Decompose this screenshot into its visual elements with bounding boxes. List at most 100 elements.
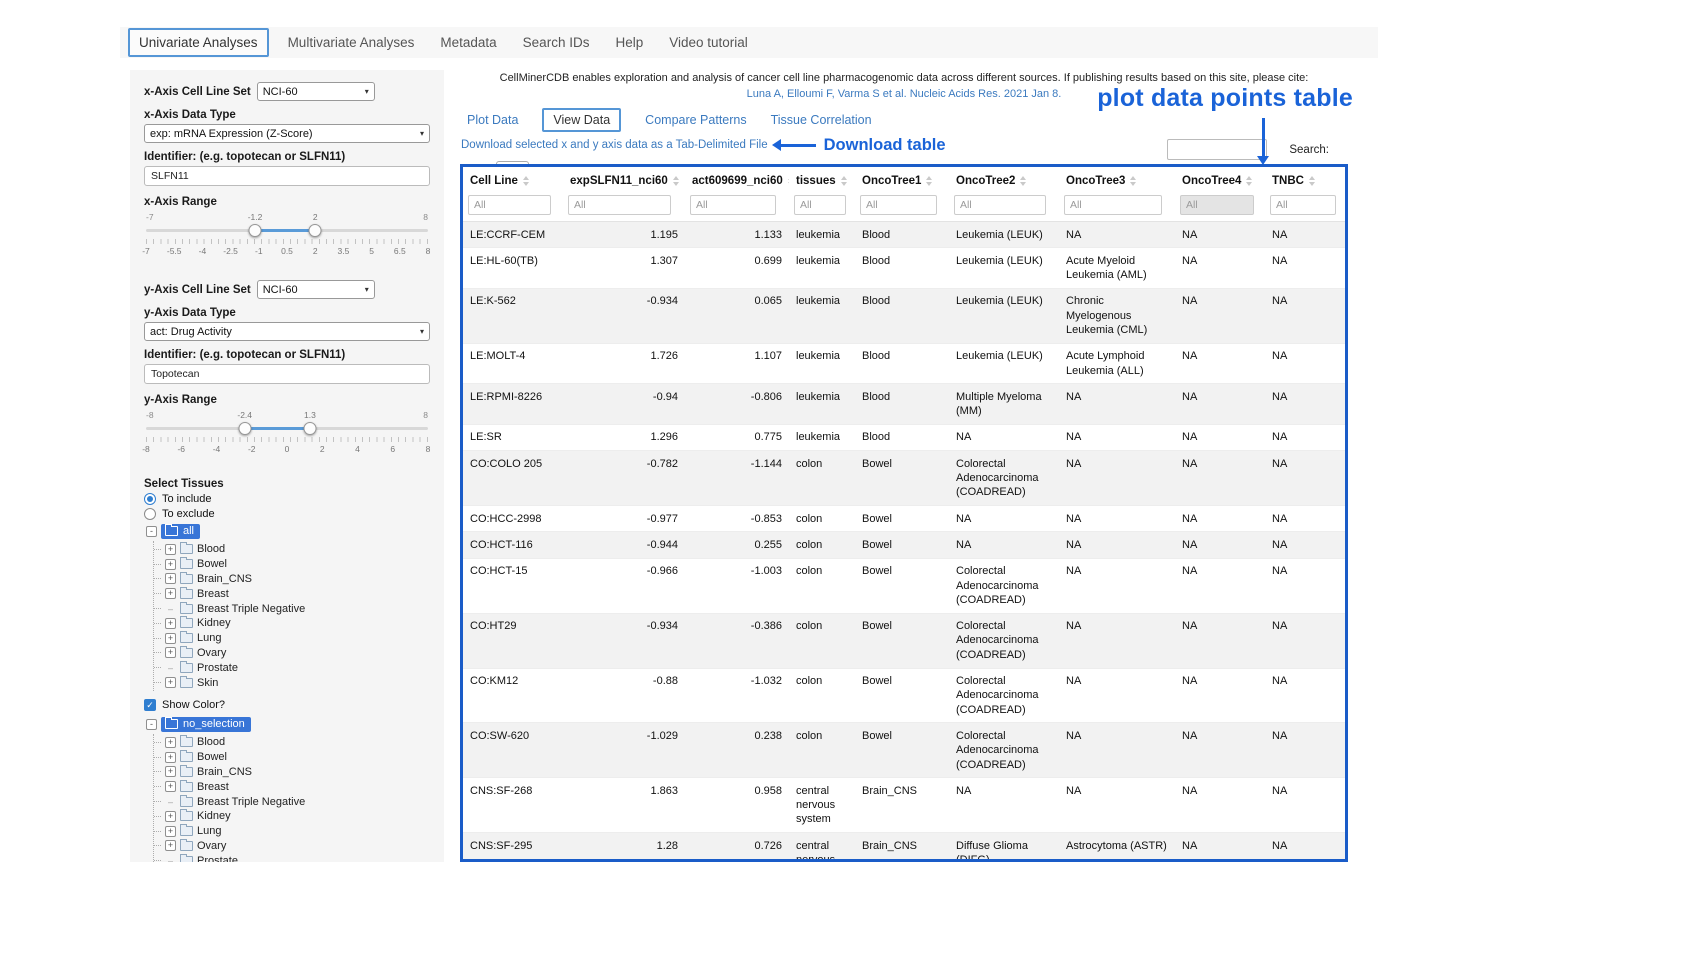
expand-icon[interactable]: + xyxy=(165,573,176,584)
nav-tab-metadata[interactable]: Metadata xyxy=(427,28,509,57)
nav-tab-univariate-analyses[interactable]: Univariate Analyses xyxy=(128,28,269,57)
expand-icon[interactable]: + xyxy=(165,677,176,688)
nav-tab-help[interactable]: Help xyxy=(602,28,656,57)
sort-icon[interactable] xyxy=(841,176,847,186)
filter-input-tnbc[interactable] xyxy=(1270,195,1336,215)
filter-input-cell-line[interactable] xyxy=(468,195,551,215)
sort-icon[interactable] xyxy=(926,176,932,186)
tree-item-prostate[interactable]: –Prostate xyxy=(154,660,430,675)
x-axis-range-slider[interactable]: -7 -1.2 2 8 -7-5.5-4-2.5-10.523.556.58 xyxy=(146,212,428,268)
column-header-act609699-nci60[interactable]: act609699_nci60 xyxy=(685,167,789,193)
filter-input-oncotree2[interactable] xyxy=(954,195,1046,215)
sort-icon[interactable] xyxy=(1309,176,1315,186)
y-identifier-input[interactable] xyxy=(144,364,430,384)
tab-compare-patterns[interactable]: Compare Patterns xyxy=(645,113,746,127)
table-row[interactable]: CO:HCT-15-0.966-1.003colonBowelColorecta… xyxy=(463,558,1347,613)
tab-plot-data[interactable]: Plot Data xyxy=(467,113,518,127)
tree-item-breast-triple-negative[interactable]: –Breast Triple Negative xyxy=(154,794,430,809)
nav-tab-video-tutorial[interactable]: Video tutorial xyxy=(656,28,761,57)
tree-item-brain-cns[interactable]: +Brain_CNS xyxy=(154,765,430,780)
table-row[interactable]: CO:HT29-0.934-0.386colonBowelColorectal … xyxy=(463,613,1347,668)
nav-tab-multivariate-analyses[interactable]: Multivariate Analyses xyxy=(275,28,428,57)
collapse-icon[interactable]: - xyxy=(146,526,157,537)
sort-icon[interactable] xyxy=(523,176,529,186)
slider-handle-high[interactable] xyxy=(309,224,322,237)
y-data-type-select[interactable]: act: Drug Activity ▾ xyxy=(144,322,430,341)
y-cell-line-set-select[interactable]: NCI-60 ▾ xyxy=(257,280,375,299)
tree-item-lung[interactable]: +Lung xyxy=(154,824,430,839)
radio-to-exclude[interactable]: To exclude xyxy=(144,508,430,520)
table-row[interactable]: LE:MOLT-41.7261.107leukemiaBloodLeukemia… xyxy=(463,343,1347,384)
sort-icon[interactable] xyxy=(788,176,789,186)
tree-item-prostate[interactable]: –Prostate xyxy=(154,853,430,862)
tab-view-data[interactable]: View Data xyxy=(542,108,621,132)
table-row[interactable]: LE:CCRF-CEM1.1951.133leukemiaBloodLeukem… xyxy=(463,222,1347,248)
expand-icon[interactable]: + xyxy=(165,811,176,822)
sort-icon[interactable] xyxy=(1246,176,1252,186)
tree-item-lung[interactable]: +Lung xyxy=(154,631,430,646)
column-header-oncotree3[interactable]: OncoTree3 xyxy=(1059,167,1175,193)
slider-handle-low[interactable] xyxy=(238,422,251,435)
expand-icon[interactable]: + xyxy=(165,588,176,599)
sort-icon[interactable] xyxy=(1130,176,1136,186)
expand-icon[interactable]: + xyxy=(165,633,176,644)
tree-root-no-selection[interactable]: no_selection xyxy=(161,717,251,732)
table-row[interactable]: CO:COLO 205-0.782-1.144colonBowelColorec… xyxy=(463,451,1347,506)
sort-icon[interactable] xyxy=(673,176,679,186)
expand-icon[interactable]: + xyxy=(165,559,176,570)
expand-icon[interactable]: + xyxy=(165,752,176,763)
slider-handle-high[interactable] xyxy=(303,422,316,435)
table-row[interactable]: LE:K-562-0.9340.065leukemiaBloodLeukemia… xyxy=(463,288,1347,343)
expand-icon[interactable]: + xyxy=(165,647,176,658)
expand-icon[interactable]: + xyxy=(165,826,176,837)
filter-input-oncotree4[interactable] xyxy=(1180,195,1254,215)
y-axis-range-slider[interactable]: -8 -2.4 1.3 8 -8-6-4-202468 xyxy=(146,410,428,466)
table-row[interactable]: CO:HCC-2998-0.977-0.853colonBowelNANANAN… xyxy=(463,506,1347,532)
column-header-expslfn11-nci60[interactable]: expSLFN11_nci60 xyxy=(563,167,685,193)
tree-item-kidney[interactable]: +Kidney xyxy=(154,616,430,631)
slider-handle-low[interactable] xyxy=(249,224,262,237)
column-header-tnbc[interactable]: TNBC xyxy=(1265,167,1347,193)
x-data-type-select[interactable]: exp: mRNA Expression (Z-Score) ▾ xyxy=(144,124,430,143)
table-row[interactable]: CNS:SF-2951.280.726central nervous syste… xyxy=(463,833,1347,862)
table-row[interactable]: CNS:SF-2681.8630.958central nervous syst… xyxy=(463,778,1347,833)
search-input[interactable] xyxy=(1167,139,1267,160)
tab-tissue-correlation[interactable]: Tissue Correlation xyxy=(771,113,872,127)
tree-item-breast[interactable]: +Breast xyxy=(154,779,430,794)
tree-root-all[interactable]: all xyxy=(161,524,200,539)
x-cell-line-set-select[interactable]: NCI-60 ▾ xyxy=(257,82,375,101)
filter-input-expslfn11-nci60[interactable] xyxy=(568,195,671,215)
table-row[interactable]: CO:KM12-0.88-1.032colonBowelColorectal A… xyxy=(463,668,1347,723)
expand-icon[interactable]: + xyxy=(165,766,176,777)
tree-item-breast[interactable]: +Breast xyxy=(154,586,430,601)
collapse-icon[interactable]: - xyxy=(146,719,157,730)
tree-item-brain-cns[interactable]: +Brain_CNS xyxy=(154,572,430,587)
expand-icon[interactable]: + xyxy=(165,618,176,629)
tree-item-breast-triple-negative[interactable]: –Breast Triple Negative xyxy=(154,601,430,616)
filter-input-act609699-nci60[interactable] xyxy=(690,195,776,215)
expand-icon[interactable]: + xyxy=(165,737,176,748)
column-header-oncotree2[interactable]: OncoTree2 xyxy=(949,167,1059,193)
column-header-cell-line[interactable]: Cell Line xyxy=(463,167,563,193)
tree-item-bowel[interactable]: +Bowel xyxy=(154,557,430,572)
download-link[interactable]: Download selected x and y axis data as a… xyxy=(461,139,768,151)
tree-item-bowel[interactable]: +Bowel xyxy=(154,750,430,765)
filter-input-oncotree3[interactable] xyxy=(1064,195,1162,215)
table-row[interactable]: CO:HCT-116-0.9440.255colonBowelNANANANA xyxy=(463,532,1347,558)
column-header-oncotree1[interactable]: OncoTree1 xyxy=(855,167,949,193)
tree-item-ovary[interactable]: +Ovary xyxy=(154,646,430,661)
table-row[interactable]: LE:HL-60(TB)1.3070.699leukemiaBloodLeuke… xyxy=(463,248,1347,289)
filter-input-tissues[interactable] xyxy=(794,195,846,215)
show-color-checkbox-row[interactable]: Show Color? xyxy=(144,699,430,711)
expand-icon[interactable]: + xyxy=(165,781,176,792)
tree-item-kidney[interactable]: +Kidney xyxy=(154,809,430,824)
table-row[interactable]: CO:SW-620-1.0290.238colonBowelColorectal… xyxy=(463,723,1347,778)
tree-item-blood[interactable]: +Blood xyxy=(154,542,430,557)
column-header-tissues[interactable]: tissues xyxy=(789,167,855,193)
filter-input-oncotree1[interactable] xyxy=(860,195,937,215)
tree-item-ovary[interactable]: +Ovary xyxy=(154,839,430,854)
tree-item-blood[interactable]: +Blood xyxy=(154,735,430,750)
radio-to-include[interactable]: To include xyxy=(144,493,430,505)
nav-tab-search-ids[interactable]: Search IDs xyxy=(510,28,603,57)
table-row[interactable]: LE:RPMI-8226-0.94-0.806leukemiaBloodMult… xyxy=(463,384,1347,425)
